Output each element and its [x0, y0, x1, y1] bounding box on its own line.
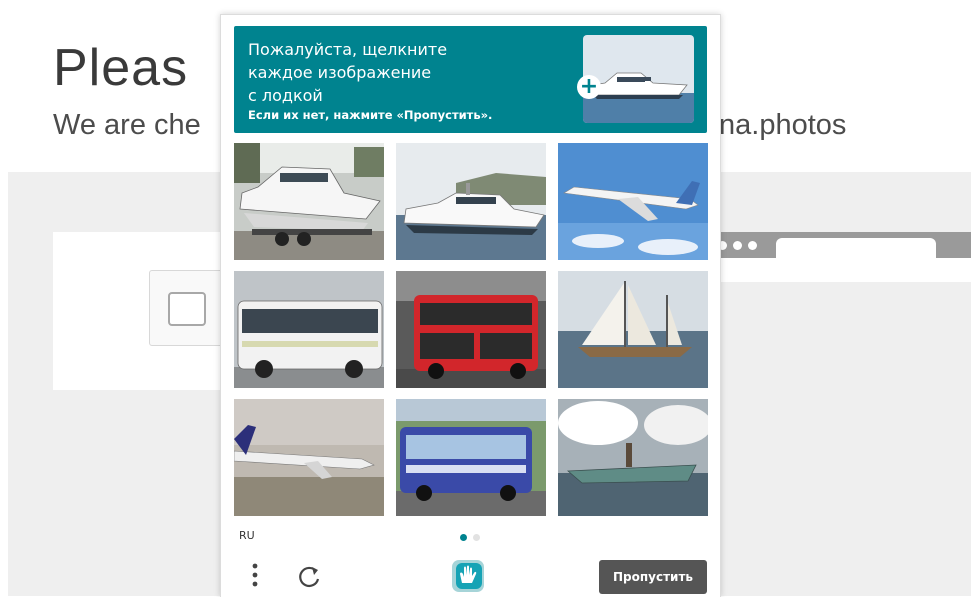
image-tile-boat[interactable] [234, 143, 384, 260]
prompt-line: с лодкой [248, 86, 323, 105]
browser-dot [733, 241, 742, 250]
browser-dot [748, 241, 757, 250]
image-tile-sailboat[interactable] [558, 271, 708, 388]
captcha-dialog: Пожалуйста, щелкните каждое изображение … [220, 14, 721, 597]
prompt-line: Пожалуйста, щелкните [248, 40, 448, 59]
image-tile-airplane[interactable] [558, 143, 708, 260]
page-indicator-dot-active [460, 534, 467, 541]
image-tile-bus[interactable] [234, 271, 384, 388]
prompt-banner: Пожалуйста, щелкните каждое изображение … [234, 26, 707, 133]
image-tile-bus[interactable] [396, 271, 546, 388]
page-title: Pleas [53, 39, 189, 97]
prompt-line: каждое изображение [248, 63, 432, 82]
more-vertical-icon[interactable] [247, 561, 263, 589]
page-subtitle: We are che [53, 109, 201, 141]
prompt-text: Пожалуйста, щелкните каждое изображение … [248, 38, 548, 107]
browser-illustration-tab [776, 238, 936, 258]
add-example-icon: + [577, 75, 601, 99]
prompt-hint: Если их нет, нажмите «Пропустить». [248, 108, 493, 122]
image-tile-boat[interactable] [558, 399, 708, 516]
skip-button[interactable]: Пропустить [599, 560, 707, 594]
refresh-icon[interactable] [295, 563, 323, 591]
example-image [583, 35, 694, 123]
image-tile-airplane[interactable] [234, 399, 384, 516]
image-tile-boat[interactable] [396, 143, 546, 260]
image-tile-bus[interactable] [396, 399, 546, 516]
page-subtitle-domain: na.photos [719, 109, 847, 141]
hcaptcha-hand-logo-icon [448, 559, 488, 593]
page-indicator-dot [473, 534, 480, 541]
captcha-checkbox[interactable] [168, 292, 206, 326]
language-selector[interactable]: RU [239, 529, 255, 542]
